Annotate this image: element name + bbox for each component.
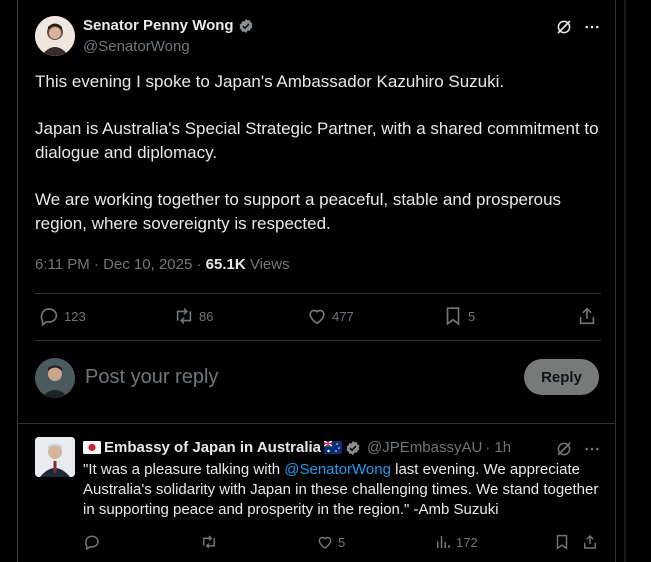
post-paragraph: Japan is Australia's Special Strategic P… bbox=[35, 119, 599, 162]
timestamp[interactable]: 6:11 PM · Dec 10, 2025 · bbox=[35, 256, 206, 273]
reply-like-action[interactable]: 5 bbox=[316, 533, 345, 551]
post-column: Senator Penny Wong @SenatorWong This eve… bbox=[17, 0, 616, 562]
embassy-avatar[interactable] bbox=[35, 437, 75, 477]
repost-icon bbox=[173, 305, 195, 327]
reply-count: 123 bbox=[64, 308, 86, 324]
author-name[interactable]: Senator Penny Wong bbox=[83, 17, 234, 34]
reply-action[interactable]: 123 bbox=[38, 305, 86, 327]
post-paragraph: We are working together to support a pea… bbox=[35, 190, 562, 233]
more-icon[interactable] bbox=[583, 440, 601, 458]
reply-input[interactable]: Post your reply bbox=[85, 366, 218, 389]
verified-badge-icon bbox=[345, 440, 361, 456]
reply-text-start: "It was a pleasure talking with bbox=[83, 461, 285, 478]
share-icon[interactable] bbox=[576, 305, 598, 327]
scrollbar[interactable] bbox=[624, 0, 626, 562]
reply-time[interactable]: · 1h bbox=[485, 439, 511, 456]
divider bbox=[18, 423, 615, 424]
repost-count: 86 bbox=[199, 308, 214, 324]
divider bbox=[35, 340, 601, 341]
like-count: 477 bbox=[332, 308, 354, 324]
bookmark-action[interactable]: 5 bbox=[442, 305, 475, 327]
post-meta: 6:11 PM · Dec 10, 2025 · 65.1K Views bbox=[35, 256, 290, 273]
user-avatar[interactable] bbox=[35, 358, 75, 398]
views-count: 65.1K bbox=[205, 256, 246, 273]
reply-views-action[interactable]: 172 bbox=[434, 533, 478, 551]
reply-like-count: 5 bbox=[338, 534, 346, 550]
australia-flag-icon bbox=[324, 441, 343, 454]
reply-icon[interactable] bbox=[83, 533, 101, 551]
repost-action[interactable]: 86 bbox=[173, 305, 213, 327]
reply-button[interactable]: Reply bbox=[524, 359, 599, 395]
like-icon bbox=[306, 305, 328, 327]
author-handle[interactable]: @SenatorWong bbox=[83, 38, 190, 55]
reply-text: "It was a pleasure talking with @Senator… bbox=[83, 460, 605, 520]
grok-icon[interactable] bbox=[555, 440, 573, 458]
more-icon[interactable] bbox=[583, 18, 601, 36]
reply-icon bbox=[38, 305, 60, 327]
bookmark-count: 5 bbox=[468, 308, 476, 324]
views-icon bbox=[434, 533, 452, 551]
bookmark-icon bbox=[442, 305, 464, 327]
author-avatar[interactable] bbox=[35, 16, 75, 56]
verified-badge-icon bbox=[238, 18, 254, 34]
grok-icon[interactable] bbox=[555, 18, 573, 36]
embassy-name[interactable]: Embassy of Japan in Australia bbox=[104, 439, 321, 456]
embassy-handle[interactable]: @JPEmbassyAU bbox=[367, 439, 482, 456]
divider bbox=[35, 293, 601, 294]
bookmark-icon[interactable] bbox=[553, 533, 571, 551]
right-panel bbox=[617, 0, 651, 562]
share-icon[interactable] bbox=[581, 533, 599, 551]
like-icon bbox=[316, 533, 334, 551]
japan-flag-icon bbox=[83, 441, 101, 454]
reply-views-count: 172 bbox=[456, 534, 478, 550]
post-text: This evening I spoke to Japan's Ambassad… bbox=[35, 70, 601, 236]
like-action[interactable]: 477 bbox=[306, 305, 354, 327]
views-label: Views bbox=[245, 256, 290, 273]
post-paragraph: This evening I spoke to Japan's Ambassad… bbox=[35, 72, 505, 91]
mention-link[interactable]: @SenatorWong bbox=[284, 461, 391, 478]
repost-icon[interactable] bbox=[200, 533, 218, 551]
